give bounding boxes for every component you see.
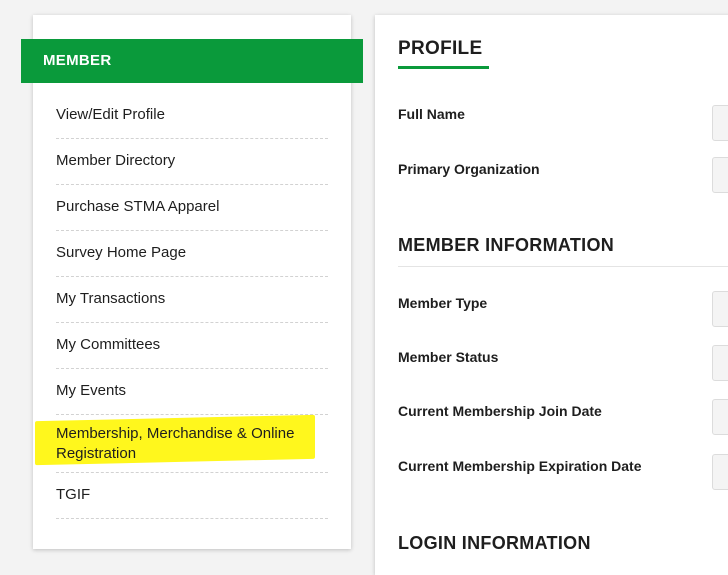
section-divider xyxy=(398,266,728,267)
menu-item-label: View/Edit Profile xyxy=(56,106,165,123)
menu-item-my-events[interactable]: My Events xyxy=(56,369,328,415)
join-date-label: Current Membership Join Date xyxy=(398,403,602,419)
member-status-label: Member Status xyxy=(398,349,499,365)
member-type-label: Member Type xyxy=(398,295,488,311)
login-information-section-title: LOGIN INFORMATION xyxy=(398,533,591,553)
profile-panel: PROFILE Full Name Primary Organization M… xyxy=(375,15,728,575)
menu-item-member-directory[interactable]: Member Directory xyxy=(56,139,328,185)
member-status-field[interactable] xyxy=(712,345,728,381)
menu-item-label: Purchase STMA Apparel xyxy=(56,198,220,215)
expiration-date-field[interactable] xyxy=(712,454,728,490)
menu-item-label: TGIF xyxy=(56,486,91,503)
member-information-section-title: MEMBER INFORMATION xyxy=(398,235,615,255)
menu-item-label: Survey Home Page xyxy=(56,244,187,261)
primary-organization-label: Primary Organization xyxy=(398,161,540,177)
menu-item-label: My Committees xyxy=(56,336,161,353)
member-menu: View/Edit Profile Member Directory Purch… xyxy=(35,93,328,519)
menu-item-label: My Events xyxy=(56,382,127,399)
menu-item-label: My Transactions xyxy=(56,290,166,307)
menu-item-view-edit-profile[interactable]: View/Edit Profile xyxy=(56,93,328,139)
menu-item-label: Member Directory xyxy=(56,152,176,169)
menu-item-purchase-apparel[interactable]: Purchase STMA Apparel xyxy=(56,185,328,231)
member-sidebar: MEMBER View/Edit Profile Member Director… xyxy=(21,15,363,549)
expiration-date-label: Current Membership Expiration Date xyxy=(398,458,642,474)
menu-item-membership-registration[interactable]: Membership, Merchandise & Online Registr… xyxy=(35,414,328,473)
full-name-field[interactable] xyxy=(712,105,728,141)
member-type-field[interactable] xyxy=(712,291,728,327)
menu-item-my-transactions[interactable]: My Transactions xyxy=(56,277,328,323)
profile-title-underline xyxy=(398,66,489,69)
full-name-label: Full Name xyxy=(398,106,465,122)
primary-organization-field[interactable] xyxy=(712,157,728,193)
profile-section-title: PROFILE xyxy=(398,38,483,59)
menu-item-survey-home-page[interactable]: Survey Home Page xyxy=(56,231,328,277)
menu-item-tgif[interactable]: TGIF xyxy=(56,473,328,519)
menu-item-my-committees[interactable]: My Committees xyxy=(56,323,328,369)
join-date-field[interactable] xyxy=(712,399,728,435)
sidebar-header: MEMBER xyxy=(21,39,363,83)
